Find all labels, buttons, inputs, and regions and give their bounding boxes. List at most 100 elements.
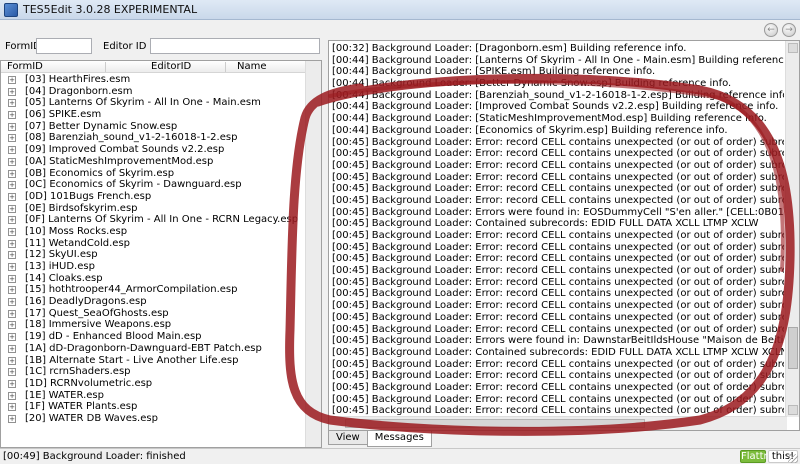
expand-plus-icon[interactable]: + xyxy=(8,368,16,377)
forward-arrow-icon[interactable]: → xyxy=(782,23,796,37)
scroll-down-arrow-icon[interactable] xyxy=(788,405,798,415)
expand-plus-icon[interactable]: + xyxy=(8,76,16,84)
tree-item-label: [06] SPIKE.esm xyxy=(25,109,102,121)
log-line: [00:44] Background Loader: [Barenziah_so… xyxy=(332,89,784,101)
expand-plus-icon[interactable]: + xyxy=(8,99,16,108)
column-header-editorid[interactable]: EditorID xyxy=(151,61,191,73)
tree-item[interactable]: + [08] Barenziah_sound_v1-2-16018-1-2.esp xyxy=(1,132,307,144)
tree-item[interactable]: + [0E] Birdsofskyrim.esp xyxy=(1,203,307,215)
messages-horizontal-scrollbar[interactable] xyxy=(329,416,787,430)
expand-plus-icon[interactable]: + xyxy=(8,344,16,353)
column-header-name[interactable]: Name xyxy=(237,61,267,73)
tree-item[interactable]: + [18] Immersive Weapons.esp xyxy=(1,319,307,331)
expand-plus-icon[interactable]: + xyxy=(8,251,16,260)
expand-plus-icon[interactable]: + xyxy=(8,169,16,178)
tree-item[interactable]: + [14] Cloaks.esp xyxy=(1,273,307,285)
expand-plus-icon[interactable]: + xyxy=(8,216,16,225)
tree-item[interactable]: + [19] dD - Enhanced Blood Main.esp xyxy=(1,331,307,343)
log-line: [00:45] Background Loader: Error: record… xyxy=(332,183,784,195)
tree-item-label: [17] Quest_SeaOfGhosts.esp xyxy=(25,307,169,319)
plugin-tree-pane[interactable]: FormID EditorID Name + [03] HearthFires.e… xyxy=(0,60,322,448)
expand-plus-icon[interactable]: + xyxy=(8,192,16,201)
editorid-filter-input[interactable] xyxy=(150,38,320,54)
tree-item[interactable]: + [09] Improved Combat Sounds v2.2.esp xyxy=(1,144,307,156)
tree-item[interactable]: + [03] HearthFires.esm xyxy=(1,74,307,86)
tree-item[interactable]: + [1D] RCRNvolumetric.esp xyxy=(1,378,307,390)
expand-plus-icon[interactable]: + xyxy=(8,321,16,330)
tree-item[interactable]: + [0D] 101Bugs French.esp xyxy=(1,191,307,203)
expand-plus-icon[interactable]: + xyxy=(8,333,16,342)
tree-item[interactable]: + [17] Quest_SeaOfGhosts.esp xyxy=(1,308,307,320)
tree-item[interactable]: + [20] WATER DB Waves.esp xyxy=(1,413,307,425)
expand-plus-icon[interactable]: + xyxy=(8,274,16,283)
log-line: [00:44] Background Loader: [Lanterns Of … xyxy=(332,54,784,66)
tree-item[interactable]: + [1C] rcrnShaders.esp xyxy=(1,366,307,378)
horizontal-scroll-thumb[interactable] xyxy=(345,419,645,428)
tree-item[interactable]: + [15] hothtrooper44_ArmorCompilation.esp xyxy=(1,284,307,296)
expand-plus-icon[interactable]: + xyxy=(8,286,16,295)
log-line: [00:44] Background Loader: [Improved Com… xyxy=(332,101,779,113)
tree-item[interactable]: + [16] DeadlyDragons.esp xyxy=(1,296,307,308)
tree-item[interactable]: + [0F] Lanterns Of Skyrim - All In One - … xyxy=(1,214,307,226)
tree-item-label: [04] Dragonborn.esm xyxy=(25,85,133,97)
expand-plus-icon[interactable]: + xyxy=(8,204,16,213)
back-arrow-icon[interactable]: ← xyxy=(764,23,778,37)
resize-grip-icon[interactable] xyxy=(788,454,798,463)
log-line: [00:45] Background Loader: Error: record… xyxy=(332,253,784,265)
tree-item[interactable]: + [11] WetandCold.esp xyxy=(1,238,307,250)
expand-plus-icon[interactable]: + xyxy=(8,239,16,248)
tree-item[interactable]: + [12] SkyUI.esp xyxy=(1,249,307,261)
tree-item[interactable]: + [06] SPIKE.esm xyxy=(1,109,307,121)
expand-plus-icon[interactable]: + xyxy=(8,134,16,143)
tree-item[interactable]: + [1B] Alternate Start - Live Another Lif… xyxy=(1,355,307,367)
expand-plus-icon[interactable]: + xyxy=(8,263,16,271)
tree-item[interactable]: + [1F] WATER Plants.esp xyxy=(1,401,307,413)
tree-item[interactable]: + [04] Dragonborn.esm xyxy=(1,86,307,98)
tree-item[interactable]: + [07] Better Dynamic Snow.esp xyxy=(1,121,307,133)
expand-plus-icon[interactable]: + xyxy=(8,356,16,365)
tree-item[interactable]: + [10] Moss Rocks.esp xyxy=(1,226,307,238)
expand-plus-icon[interactable]: + xyxy=(8,298,16,307)
tree-item[interactable]: + [0B] Economics of Skyrim.esp xyxy=(1,168,307,180)
tree-item-label: [05] Lanterns Of Skyrim - All In One - M… xyxy=(25,97,261,109)
log-line: [00:45] Background Loader: Error: record… xyxy=(332,276,784,288)
tab-messages[interactable]: Messages xyxy=(366,431,432,447)
log-line: [00:45] Background Loader: Contained sub… xyxy=(332,218,759,230)
scroll-thumb[interactable] xyxy=(788,327,798,369)
expand-plus-icon[interactable]: + xyxy=(8,181,16,190)
formid-filter-input[interactable] xyxy=(36,38,92,54)
log-line: [00:45] Background Loader: Error: record… xyxy=(332,300,784,312)
expand-plus-icon[interactable]: + xyxy=(8,111,16,120)
tree-item-label: [03] HearthFires.esm xyxy=(25,74,131,85)
tree-item-label: [1D] RCRNvolumetric.esp xyxy=(25,377,153,389)
expand-plus-icon[interactable]: + xyxy=(8,87,16,96)
log-line: [00:45] Background Loader: Error: record… xyxy=(332,288,784,300)
messages-vertical-scrollbar[interactable] xyxy=(785,41,799,417)
tree-item[interactable]: + [13] iHUD.esp xyxy=(1,261,307,273)
expand-plus-icon[interactable]: + xyxy=(8,414,16,423)
plugin-tree: + [03] HearthFires.esm + [04] Dragonborn.es… xyxy=(1,74,307,425)
column-header-formid[interactable]: FormID xyxy=(7,61,43,73)
scroll-up-arrow-icon[interactable] xyxy=(788,43,798,53)
tree-scrollbar[interactable] xyxy=(305,61,321,447)
tree-item[interactable]: + [0C] Economics of Skyrim - Dawnguard.es… xyxy=(1,179,307,191)
tree-item[interactable]: + [05] Lanterns Of Skyrim - All In One - … xyxy=(1,97,307,109)
flattr-button[interactable]: Flattr xyxy=(740,450,768,463)
messages-pane[interactable]: [00:32] Background Loader: [Dragonborn.e… xyxy=(328,40,800,431)
expand-plus-icon[interactable]: + xyxy=(8,157,16,166)
expand-plus-icon[interactable]: + xyxy=(8,379,16,388)
window-title: TES5Edit 3.0.28 EXPERIMENTAL xyxy=(23,3,198,16)
expand-plus-icon[interactable]: + xyxy=(8,403,16,412)
tree-item[interactable]: + [0A] StaticMeshImprovementMod.esp xyxy=(1,156,307,168)
log-line: [00:44] Background Loader: [Better Dynam… xyxy=(332,78,732,90)
tab-view[interactable]: View xyxy=(328,431,368,445)
expand-plus-icon[interactable]: + xyxy=(8,227,16,236)
expand-plus-icon[interactable]: + xyxy=(8,391,16,400)
expand-plus-icon[interactable]: + xyxy=(8,122,16,131)
tree-item[interactable]: + [1A] dD-Dragonborn-Dawnguard-EBT Patch.… xyxy=(1,343,307,355)
expand-plus-icon[interactable]: + xyxy=(8,146,16,155)
expand-plus-icon[interactable]: + xyxy=(8,309,16,318)
editorid-filter-label: Editor ID xyxy=(103,41,147,52)
tree-item[interactable]: + [1E] WATER.esp xyxy=(1,390,307,402)
log-line: [00:45] Background Loader: Error: record… xyxy=(332,358,784,370)
